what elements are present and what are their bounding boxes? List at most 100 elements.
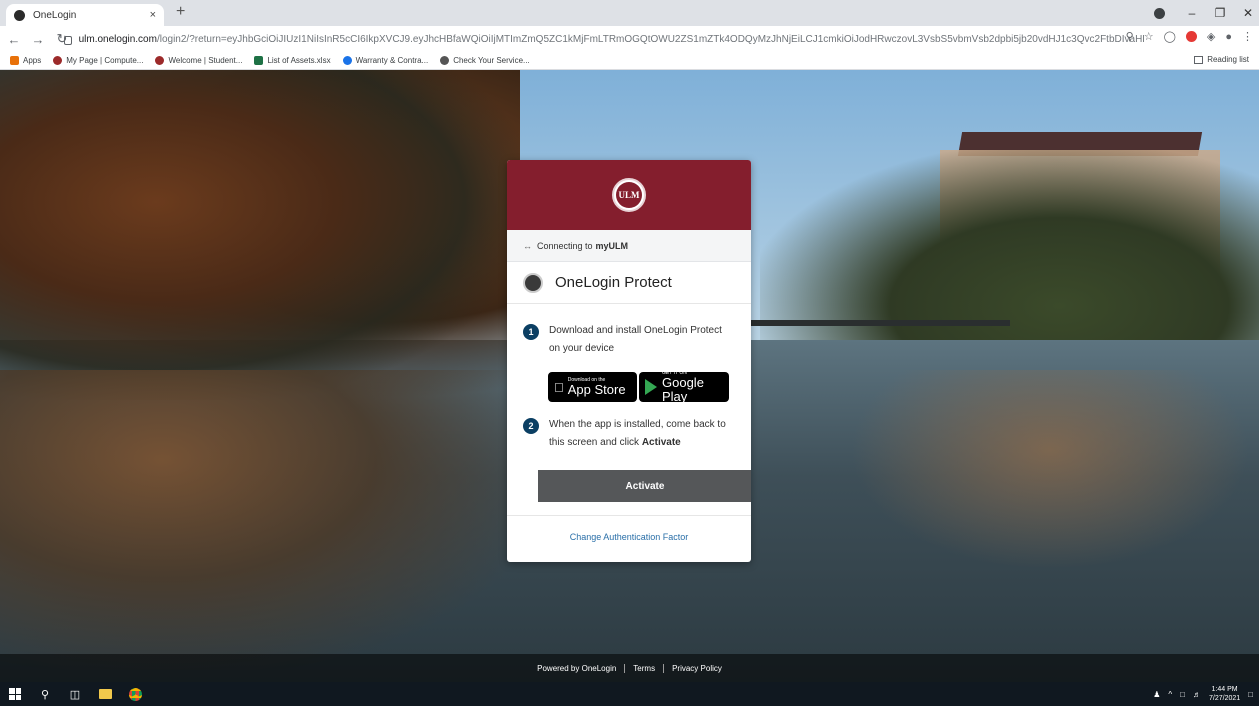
apps-grid-icon xyxy=(10,56,19,65)
bookmark-label: Check Your Service... xyxy=(453,56,530,65)
new-tab-button[interactable]: + xyxy=(176,3,185,21)
bookmark-apps[interactable]: Apps xyxy=(10,56,41,65)
apple-icon:  xyxy=(554,380,564,395)
factor-title: OneLogin Protect xyxy=(555,274,672,291)
bookmark-label: Warranty & Contra... xyxy=(355,56,429,65)
card-divider xyxy=(507,515,751,516)
connecting-app-name: myULM xyxy=(595,240,629,251)
globe-icon xyxy=(342,56,352,65)
forward-icon[interactable]: → xyxy=(28,32,48,47)
google-play-button[interactable]: GET IT ON Google Play xyxy=(639,370,729,404)
ulm-icon xyxy=(155,56,165,65)
browser-tab[interactable]: OneLogin × xyxy=(6,4,164,26)
ulm-seal-logo: ULM xyxy=(612,178,646,212)
task-view-icon[interactable]: ◫ xyxy=(60,688,90,701)
browser-toolbar: ← → ↻ ulm.onelogin.com /login2/?return=e… xyxy=(0,26,1259,52)
bookmark-label: List of Assets.xlsx xyxy=(267,56,331,65)
people-icon[interactable]: ♟ xyxy=(1153,690,1160,699)
notifications-icon[interactable]: □ xyxy=(1248,690,1253,699)
connecting-label: Connecting to xyxy=(537,240,593,251)
change-auth-factor-link[interactable]: Change Authentication Factor xyxy=(507,532,751,542)
privacy-policy-link[interactable]: Privacy Policy xyxy=(672,664,722,673)
bookmark-warranty[interactable]: Warranty & Contra... xyxy=(342,56,429,65)
login-footer: Powered by OneLogin Terms Privacy Policy xyxy=(0,654,1259,682)
tray-chevron-icon[interactable]: ^ xyxy=(1168,690,1172,699)
connecting-bar: ↔ Connecting to myULM xyxy=(507,230,751,262)
step-2-text-bold: Activate xyxy=(641,437,681,448)
tab-close-icon[interactable]: × xyxy=(150,9,156,21)
bookmark-label: Welcome | Student... xyxy=(168,56,243,65)
address-bar[interactable]: ulm.onelogin.com /login2/?return=eyJhbGc… xyxy=(64,29,1144,49)
browser-tab-strip: OneLogin × + – ❐ ✕ xyxy=(0,0,1259,26)
file-explorer-icon[interactable] xyxy=(90,689,120,699)
tab-title: OneLogin xyxy=(33,9,77,21)
reading-list-button[interactable]: Reading list xyxy=(1194,55,1249,64)
bookmark-welcome-student[interactable]: Welcome | Student... xyxy=(155,56,242,65)
bookmark-my-page[interactable]: My Page | Compute... xyxy=(53,56,143,65)
window-controls: – ❐ ✕ xyxy=(1148,0,1259,26)
footer-divider xyxy=(624,663,626,673)
reading-list-label: Reading list xyxy=(1207,55,1249,64)
step-number-badge: 1 xyxy=(523,324,539,340)
clock-time: 1:44 PM xyxy=(1211,686,1238,693)
app-store-button[interactable]:  Download on theApp Store xyxy=(548,372,637,402)
menu-kebab-icon[interactable]: ⋮ xyxy=(1242,30,1253,43)
setup-steps: 1 Download and install OneLogin Protect … xyxy=(507,304,751,502)
onelogin-protect-icon xyxy=(523,272,543,293)
lock-icon[interactable] xyxy=(64,35,72,45)
adblock-icon[interactable] xyxy=(1185,31,1197,42)
bookmark-list-of-assets[interactable]: List of Assets.xlsx xyxy=(254,56,331,65)
seal-text: ULM xyxy=(616,182,642,208)
extension-o-icon[interactable]: ◯ xyxy=(1164,30,1176,43)
bookmark-star-icon[interactable]: ☆ xyxy=(1144,30,1154,43)
step-2: 2 When the app is installed, come back t… xyxy=(523,416,735,452)
back-icon[interactable]: ← xyxy=(4,32,24,47)
bookmark-check-service[interactable]: Check Your Service... xyxy=(440,56,530,65)
chrome-icon[interactable] xyxy=(120,687,150,701)
extensions-puzzle-icon[interactable]: ◈ xyxy=(1207,30,1215,43)
windows-taskbar: ⚲ ◫ ♟ ^ □ ♬ 1:44 PM 7/27/2021 □ xyxy=(0,682,1259,706)
cypress-trees xyxy=(0,70,520,400)
profile-icon[interactable] xyxy=(1154,7,1165,19)
start-button[interactable] xyxy=(0,688,30,700)
footbridge xyxy=(750,320,1010,326)
activate-button[interactable]: Activate xyxy=(538,470,751,502)
apple-icon xyxy=(440,56,450,65)
maximize-icon[interactable]: ❐ xyxy=(1209,6,1231,20)
factor-header: OneLogin Protect xyxy=(507,262,751,304)
ulm-icon xyxy=(53,56,63,65)
connect-arrows-icon: ↔ xyxy=(523,240,532,251)
powered-by-link[interactable]: Powered by OneLogin xyxy=(537,664,616,673)
key-icon[interactable]: ⚲ xyxy=(1126,30,1134,43)
step-1: 1 Download and install OneLogin Protect … xyxy=(523,322,735,358)
app-store-big-text: App Store xyxy=(558,382,626,397)
login-card: ULM ↔ Connecting to myULM OneLogin Prote… xyxy=(507,160,751,562)
network-icon[interactable]: □ xyxy=(1180,690,1185,699)
onelogin-favicon-icon xyxy=(14,9,25,21)
bookmark-label: Apps xyxy=(23,56,42,65)
bookmarks-bar: Apps My Page | Compute... Welcome | Stud… xyxy=(0,52,1259,70)
system-tray: ♟ ^ □ ♬ 1:44 PM 7/27/2021 □ xyxy=(1153,682,1253,706)
store-badges:  Download on theApp Store GET IT ONGoog… xyxy=(548,370,735,404)
minimize-icon[interactable]: – xyxy=(1181,6,1203,20)
close-window-icon[interactable]: ✕ xyxy=(1237,6,1259,20)
excel-icon xyxy=(254,56,264,65)
reading-list-icon xyxy=(1194,55,1204,64)
windows-logo-icon xyxy=(9,688,21,700)
clock[interactable]: 1:44 PM 7/27/2021 xyxy=(1209,685,1240,703)
building-reflection xyxy=(850,370,1250,570)
tree-reflection xyxy=(0,370,540,670)
url-host: ulm.onelogin.com xyxy=(78,33,157,45)
url-path: /login2/?return=eyJhbGciOiJIUzI1NiIsInR5… xyxy=(156,33,1144,45)
step-1-text: Download and install OneLogin Protect on… xyxy=(549,325,722,354)
toolbar-actions: ⚲ ☆ ◯ ◈ ● ⋮ xyxy=(1126,30,1253,44)
clock-date: 7/27/2021 xyxy=(1209,695,1241,702)
terms-link[interactable]: Terms xyxy=(633,664,655,673)
bookmark-label: My Page | Compute... xyxy=(66,56,144,65)
step-number-badge: 2 xyxy=(523,418,539,434)
google-play-icon xyxy=(645,379,657,395)
volume-icon[interactable]: ♬ xyxy=(1193,690,1201,699)
account-icon[interactable]: ● xyxy=(1225,31,1232,43)
step-2-text: When the app is installed, come back to … xyxy=(549,416,735,452)
search-icon[interactable]: ⚲ xyxy=(30,688,60,701)
